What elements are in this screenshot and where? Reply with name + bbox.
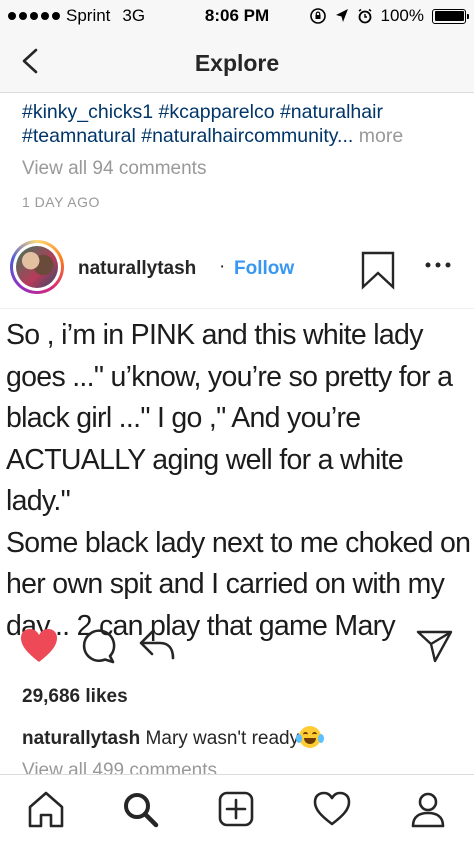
status-right: 100% [309, 6, 469, 26]
comment-icon[interactable] [80, 628, 116, 664]
caption-username[interactable]: naturallytash [22, 728, 140, 749]
tab-activity[interactable] [310, 787, 354, 831]
post-image[interactable]: So , i’m in PINK and this white lady goe… [0, 309, 474, 642]
hashtags-line-1[interactable]: #kinky_chicks1 #kcapparelco #naturalhair [22, 100, 462, 124]
profile-icon [411, 792, 445, 828]
tab-bar [0, 774, 474, 842]
search-icon [124, 793, 159, 828]
view-all-comments-link[interactable]: View all 499 comments [22, 760, 217, 774]
status-bar: Sprint 3G 8:06 PM 100% [0, 0, 474, 32]
laughing-emoji-icon [296, 726, 325, 748]
bookmark-icon[interactable] [360, 250, 396, 290]
view-comments-link[interactable]: View all 94 comments [22, 158, 206, 180]
page-title: Explore [194, 50, 280, 76]
follow-button[interactable]: Follow [234, 258, 294, 280]
activity-icon [313, 791, 351, 826]
hashtags-line-2: #teamnatural #naturalhaircommunity... mo… [22, 124, 462, 148]
post-image-text: So , i’m in PINK and this white lady goe… [6, 319, 471, 642]
nav-bar: Explore [0, 32, 474, 93]
heart-icon[interactable] [20, 628, 58, 664]
caption-text: Mary wasn't ready [140, 728, 300, 749]
previous-caption-hashtags: #kinky_chicks1 #kcapparelco #naturalhair… [22, 100, 462, 148]
more-link[interactable]: more [353, 125, 403, 147]
battery-icon [432, 8, 469, 24]
alarm-icon [358, 8, 371, 24]
home-icon [28, 791, 64, 828]
tab-home[interactable] [24, 787, 68, 831]
post-username[interactable]: naturallytash [78, 258, 196, 280]
direct-icon[interactable] [416, 628, 454, 664]
share-icon[interactable] [138, 628, 176, 662]
likes-count[interactable]: 29,686 likes [22, 686, 128, 708]
avatar[interactable] [10, 240, 64, 294]
lock-rotation-icon [309, 8, 326, 24]
separator-dot: · [219, 256, 226, 277]
post-timestamp: 1 DAY AGO [22, 194, 100, 210]
tab-search[interactable] [118, 787, 162, 831]
tab-profile[interactable] [406, 787, 450, 831]
battery-percent: 100% [380, 6, 424, 25]
post-caption: naturallytash Mary wasn't ready [22, 726, 325, 750]
post-actions [0, 626, 474, 676]
post-header: naturallytash · Follow [0, 236, 474, 309]
tab-add[interactable] [214, 787, 258, 831]
location-icon [335, 9, 348, 22]
more-options-icon[interactable] [424, 260, 452, 270]
hashtags-line-2-text[interactable]: #teamnatural #naturalhaircommunity... [22, 125, 353, 147]
add-icon [218, 791, 254, 827]
